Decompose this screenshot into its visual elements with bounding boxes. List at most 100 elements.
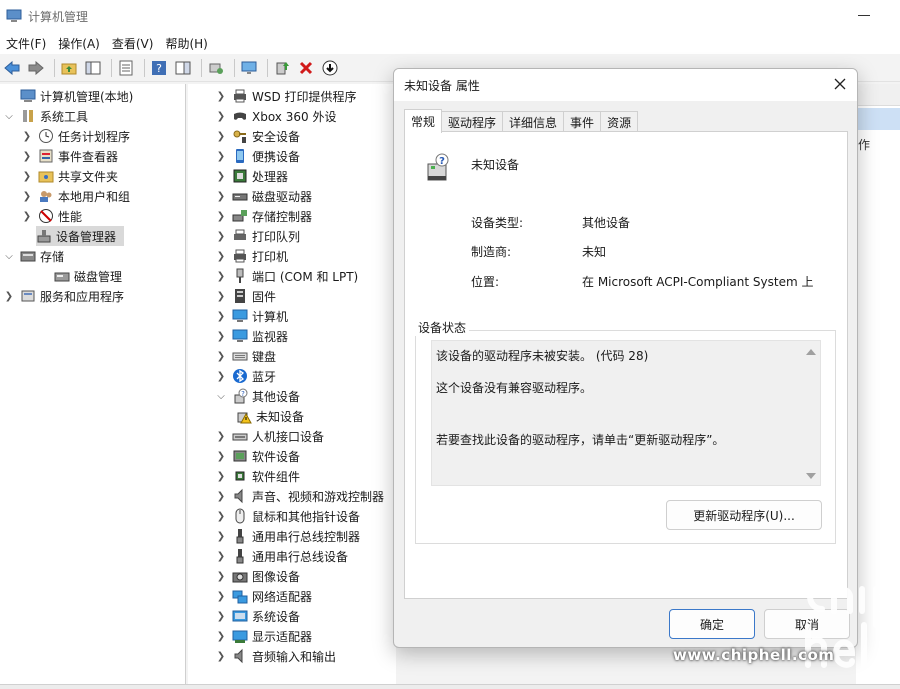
tab-general[interactable]: 常规 xyxy=(404,109,443,133)
expand-chevron-icon[interactable]: ❯ xyxy=(214,249,228,263)
device-category-item[interactable]: ❯ 人机接口设备 xyxy=(214,426,324,446)
console-tree-item[interactable]: ❯ 服务和应用程序 xyxy=(2,286,124,306)
tab-details[interactable]: 详细信息 xyxy=(502,111,565,133)
expand-chevron-icon[interactable]: ❯ xyxy=(20,149,34,163)
device-category-item[interactable]: ❯ 磁盘驱动器 xyxy=(214,186,312,206)
console-tree-item[interactable]: ❯ 性能 xyxy=(20,206,82,226)
expand-chevron-icon[interactable]: ❯ xyxy=(214,229,228,243)
device-category-item[interactable]: ❯ Xbox 360 外设 xyxy=(214,106,337,126)
actions-item-label[interactable]: 作 xyxy=(858,136,870,153)
menu-help[interactable]: 帮助(H) xyxy=(159,35,213,52)
device-category-item[interactable]: 未知设备 xyxy=(236,406,304,426)
scroll-down-arrow[interactable] xyxy=(806,473,816,479)
device-category-item[interactable]: ❯ 网络适配器 xyxy=(214,586,312,606)
device-category-item[interactable]: ❯ 音频输入和输出 xyxy=(214,646,336,666)
collapse-chevron-icon[interactable]: ⌵ xyxy=(2,109,16,123)
forward-button[interactable] xyxy=(26,58,46,78)
device-category-item[interactable]: ❯ 安全设备 xyxy=(214,126,300,146)
device-category-item[interactable]: ❯ 软件设备 xyxy=(214,446,300,466)
tab-driver[interactable]: 驱动程序 xyxy=(441,111,504,133)
device-category-item[interactable]: ❯ 系统设备 xyxy=(214,606,300,626)
device-category-item[interactable]: ❯ 监视器 xyxy=(214,326,288,346)
device-category-item[interactable]: ❯ 声音、视频和游戏控制器 xyxy=(214,486,384,506)
console-tree-item[interactable]: ⌵ 系统工具 xyxy=(2,106,88,126)
expand-chevron-icon[interactable]: ❯ xyxy=(214,189,228,203)
device-category-item[interactable]: ❯ 固件 xyxy=(214,286,276,306)
console-tree-item[interactable]: 计算机管理(本地) xyxy=(2,86,133,106)
console-tree-item[interactable]: ❯ 本地用户和组 xyxy=(20,186,130,206)
back-button[interactable] xyxy=(2,58,22,78)
expand-chevron-icon[interactable]: ❯ xyxy=(214,629,228,643)
expand-chevron-icon[interactable]: ❯ xyxy=(2,289,16,303)
menu-view[interactable]: 查看(V) xyxy=(106,35,160,52)
ok-button[interactable]: 确定 xyxy=(669,609,755,639)
disable-device-button[interactable] xyxy=(320,58,340,78)
dialog-close-button[interactable] xyxy=(831,76,849,94)
device-status-textbox[interactable]: 该设备的驱动程序未被安装。 (代码 28) 这个设备没有兼容驱动程序。 若要查找… xyxy=(431,340,821,486)
expand-chevron-icon[interactable]: ❯ xyxy=(214,309,228,323)
device-category-item[interactable]: ❯ 计算机 xyxy=(214,306,288,326)
menu-action[interactable]: 操作(A) xyxy=(52,35,106,52)
expand-chevron-icon[interactable]: ❯ xyxy=(214,289,228,303)
update-driver-toolbar-button[interactable] xyxy=(272,58,292,78)
device-category-item[interactable]: ❯ 鼠标和其他指针设备 xyxy=(214,506,360,526)
console-tree-item[interactable]: ❯ 事件查看器 xyxy=(20,146,118,166)
device-category-item[interactable]: ⌵? 其他设备 xyxy=(214,386,300,406)
expand-chevron-icon[interactable]: ❯ xyxy=(214,649,228,663)
device-category-item[interactable]: ❯ 键盘 xyxy=(214,346,276,366)
up-folder-button[interactable] xyxy=(59,58,79,78)
expand-chevron-icon[interactable]: ❯ xyxy=(20,169,34,183)
console-tree-item[interactable]: ❯ 共享文件夹 xyxy=(20,166,118,186)
collapse-chevron-icon[interactable]: ⌵ xyxy=(2,249,16,263)
show-hide-pane-button[interactable] xyxy=(173,58,193,78)
expand-chevron-icon[interactable]: ❯ xyxy=(214,529,228,543)
tab-resources[interactable]: 资源 xyxy=(600,111,639,133)
scroll-up-arrow[interactable] xyxy=(806,349,816,355)
scan-hardware-button[interactable] xyxy=(206,58,226,78)
expand-chevron-icon[interactable]: ❯ xyxy=(214,429,228,443)
console-tree-item[interactable]: 磁盘管理 xyxy=(36,266,122,286)
expand-chevron-icon[interactable]: ❯ xyxy=(214,449,228,463)
expand-chevron-icon[interactable]: ❯ xyxy=(214,149,228,163)
console-tree-button[interactable] xyxy=(83,58,103,78)
expand-chevron-icon[interactable]: ❯ xyxy=(214,209,228,223)
expand-chevron-icon[interactable]: ❯ xyxy=(214,589,228,603)
expand-chevron-icon[interactable]: ❯ xyxy=(214,329,228,343)
expand-chevron-icon[interactable]: ❯ xyxy=(20,209,34,223)
expand-chevron-icon[interactable]: ❯ xyxy=(214,469,228,483)
expand-chevron-icon[interactable]: ❯ xyxy=(214,369,228,383)
device-category-item[interactable]: ❯ 打印机 xyxy=(214,246,288,266)
expand-chevron-icon[interactable]: ❯ xyxy=(214,549,228,563)
expand-chevron-icon[interactable]: ❯ xyxy=(214,89,228,103)
expand-chevron-icon[interactable]: ❯ xyxy=(214,489,228,503)
expand-chevron-icon[interactable]: ❯ xyxy=(214,569,228,583)
actions-selected-row[interactable] xyxy=(856,108,900,130)
device-category-item[interactable]: ❯ 软件组件 xyxy=(214,466,300,486)
device-category-item[interactable]: ❯ 端口 (COM 和 LPT) xyxy=(214,266,358,286)
monitor-button[interactable] xyxy=(239,58,259,78)
device-category-item[interactable]: ❯ 蓝牙 xyxy=(214,366,276,386)
uninstall-button[interactable] xyxy=(296,58,316,78)
device-category-item[interactable]: ❯ 显示适配器 xyxy=(214,626,312,646)
tab-events[interactable]: 事件 xyxy=(563,111,602,133)
device-category-item[interactable]: ❯ 通用串行总线控制器 xyxy=(214,526,360,546)
expand-chevron-icon[interactable]: ❯ xyxy=(20,129,34,143)
help-button[interactable]: ? xyxy=(149,58,169,78)
menu-file[interactable]: 文件(F) xyxy=(0,35,52,52)
minimize-button[interactable] xyxy=(858,8,872,22)
device-category-item[interactable]: ❯ 便携设备 xyxy=(214,146,300,166)
expand-chevron-icon[interactable]: ❯ xyxy=(214,269,228,283)
expand-chevron-icon[interactable]: ❯ xyxy=(214,109,228,123)
console-tree-item[interactable]: 设备管理器 xyxy=(36,226,124,246)
expand-chevron-icon[interactable]: ❯ xyxy=(20,189,34,203)
update-driver-button[interactable]: 更新驱动程序(U)... xyxy=(666,500,822,530)
device-category-item[interactable]: ❯ 通用串行总线设备 xyxy=(214,546,348,566)
properties-list-button[interactable] xyxy=(116,58,136,78)
device-category-item[interactable]: ❯ WSD 打印提供程序 xyxy=(214,86,357,106)
device-category-item[interactable]: ❯ 存储控制器 xyxy=(214,206,312,226)
console-tree-item[interactable]: ❯ 任务计划程序 xyxy=(20,126,130,146)
collapse-chevron-icon[interactable]: ⌵ xyxy=(214,389,228,403)
expand-chevron-icon[interactable]: ❯ xyxy=(214,169,228,183)
expand-chevron-icon[interactable]: ❯ xyxy=(214,349,228,363)
device-category-item[interactable]: ❯ 图像设备 xyxy=(214,566,300,586)
